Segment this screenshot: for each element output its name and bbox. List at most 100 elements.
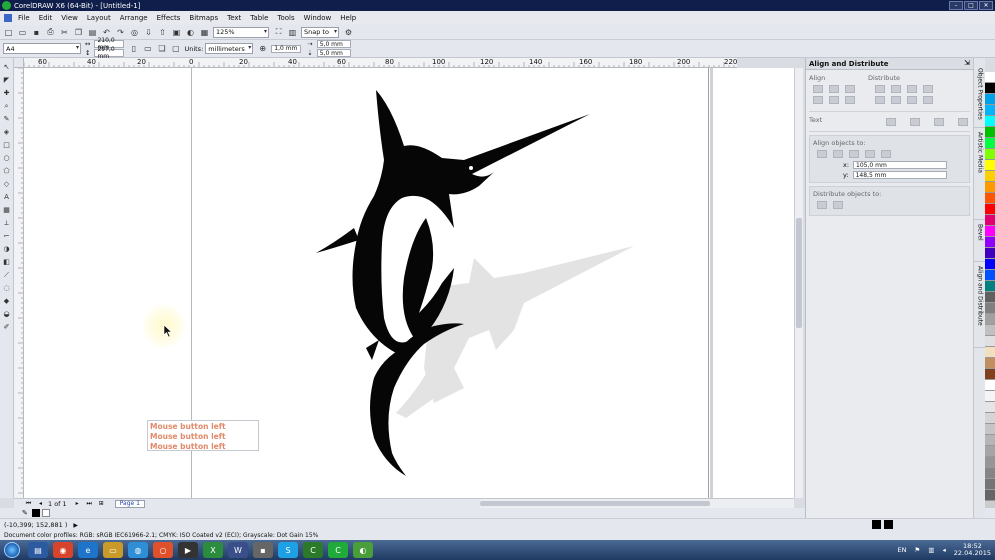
text-outline-icon[interactable] <box>958 117 969 126</box>
options-gear-icon[interactable]: ⚙ <box>343 27 354 38</box>
taskbar-app-icon[interactable]: ◍ <box>128 542 148 558</box>
prev-page-icon[interactable]: ◂ <box>36 500 45 508</box>
redo-icon[interactable]: ↷ <box>115 27 126 38</box>
ellipse-tool-icon[interactable]: ○ <box>2 153 12 163</box>
text-baseline-icon[interactable] <box>886 117 897 126</box>
taskbar-corel-icon[interactable]: ◐ <box>353 542 373 558</box>
units-combo[interactable]: millimeters <box>205 43 254 54</box>
import-icon[interactable]: ⇩ <box>143 27 154 38</box>
palette-swatch[interactable] <box>985 116 995 127</box>
ruler-origin[interactable] <box>14 58 24 68</box>
taskbar-opera-icon[interactable]: ○ <box>153 542 173 558</box>
palette-swatch[interactable] <box>985 193 995 204</box>
shape-tool-icon[interactable]: ◤ <box>2 75 12 85</box>
taskbar-word-icon[interactable]: W <box>228 542 248 558</box>
distribute-center-icon[interactable] <box>891 85 901 93</box>
palette-swatch[interactable] <box>985 105 995 116</box>
system-clock[interactable]: 18:52 22.04.2015 <box>954 543 991 557</box>
palette-swatch[interactable] <box>985 402 995 413</box>
export-icon[interactable]: ⇧ <box>157 27 168 38</box>
taskbar-ie-icon[interactable]: e <box>78 542 98 558</box>
palette-swatch[interactable] <box>985 457 995 468</box>
menu-effects[interactable]: Effects <box>157 14 181 22</box>
align-top-icon[interactable] <box>813 96 823 104</box>
eyedropper-tool-icon[interactable]: ⟋ <box>2 270 12 280</box>
taskbar-explorer-icon[interactable]: ▤ <box>28 542 48 558</box>
horizontal-scroll-thumb[interactable] <box>480 501 710 506</box>
palette-swatch[interactable] <box>985 314 995 325</box>
align-left-icon[interactable] <box>813 85 823 93</box>
taskbar-save-icon[interactable]: ▪ <box>253 542 273 558</box>
current-page-icon[interactable]: ▢ <box>170 43 181 54</box>
menu-layout[interactable]: Layout <box>87 14 111 22</box>
marlin-artwork[interactable] <box>24 68 794 498</box>
paste-icon[interactable]: ▤ <box>87 27 98 38</box>
taskbar-excel-icon[interactable]: X <box>203 542 223 558</box>
language-indicator[interactable]: EN <box>898 546 907 554</box>
align-bottom-icon[interactable] <box>845 96 855 104</box>
pick-tool-icon[interactable]: ↖ <box>2 62 12 72</box>
taskbar-coreldraw-icon[interactable]: C <box>328 542 348 558</box>
page-center-icon[interactable] <box>849 150 859 158</box>
distribute-right-icon[interactable] <box>923 85 933 93</box>
palette-swatch[interactable] <box>985 182 995 193</box>
palette-swatch[interactable] <box>985 336 995 347</box>
eyedropper-icon[interactable]: ✎ <box>22 509 28 517</box>
text-bbox-icon[interactable] <box>934 117 945 126</box>
vertical-scroll-thumb[interactable] <box>796 218 802 328</box>
transparency-tool-icon[interactable]: ◧ <box>2 257 12 267</box>
palette-swatch[interactable] <box>985 292 995 303</box>
menu-bitmaps[interactable]: Bitmaps <box>189 14 218 22</box>
palette-swatch[interactable] <box>985 72 995 83</box>
save-icon[interactable]: ▪ <box>31 27 42 38</box>
palette-swatch[interactable] <box>985 347 995 358</box>
distribute-page-icon[interactable] <box>833 201 843 209</box>
palette-swatch[interactable] <box>985 281 995 292</box>
fill-tool-icon[interactable]: ◆ <box>2 296 12 306</box>
polygon-tool-icon[interactable]: ⬠ <box>2 166 12 176</box>
palette-swatch[interactable] <box>985 138 995 149</box>
palette-swatch[interactable] <box>985 171 995 182</box>
distribute-bottom-icon[interactable] <box>923 96 933 104</box>
drawing-canvas[interactable]: Mouse button left Mouse button left Mous… <box>24 68 794 498</box>
print-icon[interactable]: ⎙ <box>45 27 56 38</box>
copy-icon[interactable]: ❐ <box>73 27 84 38</box>
palette-swatch[interactable] <box>985 259 995 270</box>
publish-pdf-icon[interactable]: ▣ <box>171 27 182 38</box>
connector-tool-icon[interactable]: ⌐ <box>2 231 12 241</box>
open-folder-icon[interactable]: ▭ <box>17 27 28 38</box>
all-pages-icon[interactable]: ❏ <box>156 43 167 54</box>
menu-table[interactable]: Table <box>250 14 268 22</box>
smart-fill-icon[interactable]: ◈ <box>2 127 12 137</box>
table-tool-icon[interactable]: ▦ <box>2 205 12 215</box>
minimize-button[interactable]: – <box>949 1 963 10</box>
distribute-top-icon[interactable] <box>875 96 885 104</box>
taskbar-media-icon[interactable]: ▶ <box>178 542 198 558</box>
search-content-icon[interactable]: ◎ <box>129 27 140 38</box>
palette-swatch[interactable] <box>985 380 995 391</box>
taskbar-folder-icon[interactable]: ▭ <box>103 542 123 558</box>
distribute-spacing-icon[interactable] <box>907 85 917 93</box>
rulers-icon[interactable]: ▥ <box>287 27 298 38</box>
add-page-icon[interactable]: ⊞ <box>97 500 106 508</box>
rectangle-tool-icon[interactable]: □ <box>2 140 12 150</box>
tray-network-icon[interactable]: ▥ <box>928 546 934 554</box>
horizontal-ruler[interactable]: 60 40 20 0 20 40 60 80 100 120 140 160 1… <box>24 58 737 68</box>
menu-edit[interactable]: Edit <box>39 14 53 22</box>
menu-tools[interactable]: Tools <box>277 14 294 22</box>
duplicate-y-field[interactable]: 5,0 mm <box>316 49 351 57</box>
palette-swatch[interactable] <box>985 204 995 215</box>
docker-close-icon[interactable]: ⇲ <box>964 59 970 67</box>
palette-swatch[interactable] <box>985 325 995 336</box>
maximize-button[interactable]: □ <box>964 1 978 10</box>
taskbar-camtasia-icon[interactable]: C <box>303 542 323 558</box>
basic-shapes-icon[interactable]: ◇ <box>2 179 12 189</box>
palette-swatch[interactable] <box>985 226 995 237</box>
palette-swatch[interactable] <box>985 424 995 435</box>
welcome-screen-icon[interactable]: ▦ <box>199 27 210 38</box>
first-page-icon[interactable]: ⏮ <box>24 500 33 508</box>
full-screen-icon[interactable]: ⛶ <box>273 27 284 38</box>
tray-flag-icon[interactable]: ⚑ <box>915 546 921 554</box>
palette-swatch[interactable] <box>985 391 995 402</box>
palette-swatch[interactable] <box>985 94 995 105</box>
